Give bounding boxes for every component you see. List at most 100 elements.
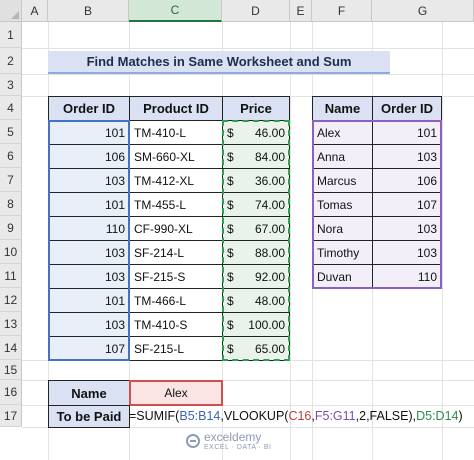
order-id-cell[interactable]: 103 bbox=[48, 312, 130, 337]
name-value-cell[interactable]: Alex bbox=[129, 380, 223, 406]
gridline bbox=[442, 22, 443, 460]
person-name-cell[interactable]: Nora bbox=[312, 216, 373, 241]
price-cell[interactable]: $84.00 bbox=[222, 144, 290, 169]
formula-cell-c17[interactable]: =SUMIF(B5:B14 ,VLOOKUP(C16, F5:G11,2,FALSE… bbox=[129, 405, 463, 427]
person-name-cell[interactable]: Tomas bbox=[312, 192, 373, 217]
order-id-cell[interactable]: 107 bbox=[48, 336, 130, 361]
watermark-name: exceldemy bbox=[204, 430, 262, 444]
row-header-4[interactable]: 4 bbox=[0, 96, 22, 120]
price-value: 67.00 bbox=[254, 221, 285, 236]
price-cell[interactable]: $46.00 bbox=[222, 120, 290, 145]
price-value: 92.00 bbox=[254, 269, 285, 284]
column-header-b[interactable]: B bbox=[48, 0, 129, 22]
row-header-1[interactable]: 1 bbox=[0, 22, 22, 48]
row-header-2[interactable]: 2 bbox=[0, 48, 22, 74]
currency-symbol: $ bbox=[227, 197, 234, 212]
gridline bbox=[290, 22, 291, 460]
person-order-id-cell[interactable]: 107 bbox=[372, 192, 442, 217]
select-all-corner[interactable] bbox=[0, 0, 22, 22]
header-order-id-2[interactable]: Order ID bbox=[372, 96, 442, 121]
order-id-cell[interactable]: 106 bbox=[48, 144, 130, 169]
person-order-id-cell[interactable]: 110 bbox=[372, 264, 442, 289]
to-be-paid-label-cell[interactable]: To be Paid bbox=[48, 405, 130, 428]
currency-symbol: $ bbox=[227, 149, 234, 164]
row-header-14[interactable]: 14 bbox=[0, 336, 22, 360]
formula-text: =SUMIF( bbox=[129, 409, 180, 423]
row-header-13[interactable]: 13 bbox=[0, 312, 22, 336]
currency-symbol: $ bbox=[227, 341, 234, 356]
row-header-9[interactable]: 9 bbox=[0, 216, 22, 240]
column-header-g[interactable]: G bbox=[372, 0, 474, 22]
row-header-10[interactable]: 10 bbox=[0, 240, 22, 264]
sheet-title: Find Matches in Same Worksheet and Sum bbox=[48, 51, 390, 74]
product-id-cell[interactable]: SF-215-S bbox=[129, 264, 223, 289]
price-cell[interactable]: $100.00 bbox=[222, 312, 290, 337]
price-cell[interactable]: $36.00 bbox=[222, 168, 290, 193]
formula-ref-c16: C16 bbox=[288, 409, 312, 423]
order-id-cell[interactable]: 110 bbox=[48, 216, 130, 241]
currency-symbol: $ bbox=[227, 317, 234, 332]
order-id-cell[interactable]: 101 bbox=[48, 120, 130, 145]
price-cell[interactable]: $48.00 bbox=[222, 288, 290, 313]
row-header-12[interactable]: 12 bbox=[0, 288, 22, 312]
column-header-a[interactable]: A bbox=[22, 0, 48, 22]
row-header-5[interactable]: 5 bbox=[0, 120, 22, 144]
order-id-cell[interactable]: 103 bbox=[48, 168, 130, 193]
header-price[interactable]: Price bbox=[222, 96, 290, 121]
price-cell[interactable]: $92.00 bbox=[222, 264, 290, 289]
column-header-c[interactable]: C bbox=[129, 0, 222, 22]
column-header-e[interactable]: E bbox=[290, 0, 312, 22]
person-name-cell[interactable]: Duvan bbox=[312, 264, 373, 289]
order-id-cell[interactable]: 101 bbox=[48, 288, 130, 313]
price-cell[interactable]: $67.00 bbox=[222, 216, 290, 241]
currency-symbol: $ bbox=[227, 173, 234, 188]
column-header-d[interactable]: D bbox=[222, 0, 290, 22]
price-value: 100.00 bbox=[248, 317, 285, 332]
person-name-cell[interactable]: Anna bbox=[312, 144, 373, 169]
price-value: 74.00 bbox=[254, 197, 285, 212]
exceldemy-logo-icon bbox=[186, 434, 200, 448]
product-id-cell[interactable]: SF-215-L bbox=[129, 336, 223, 361]
price-cell[interactable]: $74.00 bbox=[222, 192, 290, 217]
header-product-id[interactable]: Product ID bbox=[129, 96, 223, 121]
price-value: 65.00 bbox=[254, 341, 285, 356]
row-header-6[interactable]: 6 bbox=[0, 144, 22, 168]
product-id-cell[interactable]: TM-412-XL bbox=[129, 168, 223, 193]
order-id-cell[interactable]: 101 bbox=[48, 192, 130, 217]
row-header-8[interactable]: 8 bbox=[0, 192, 22, 216]
header-order-id[interactable]: Order ID bbox=[48, 96, 130, 121]
product-id-cell[interactable]: TM-410-S bbox=[129, 312, 223, 337]
person-order-id-cell[interactable]: 103 bbox=[372, 144, 442, 169]
person-order-id-cell[interactable]: 103 bbox=[372, 216, 442, 241]
row-header-15[interactable]: 15 bbox=[0, 360, 22, 380]
header-name[interactable]: Name bbox=[312, 96, 373, 121]
formula-ref-b5-b14: B5:B14 bbox=[179, 409, 221, 423]
row-header-16[interactable]: 16 bbox=[0, 380, 22, 405]
person-name-cell[interactable]: Timothy bbox=[312, 240, 373, 265]
product-id-cell[interactable]: TM-455-L bbox=[129, 192, 223, 217]
order-id-cell[interactable]: 103 bbox=[48, 240, 130, 265]
person-order-id-cell[interactable]: 101 bbox=[372, 120, 442, 145]
product-id-cell[interactable]: TM-466-L bbox=[129, 288, 223, 313]
order-id-cell[interactable]: 103 bbox=[48, 264, 130, 289]
formula-ref-f5-g11: F5:G11 bbox=[314, 409, 356, 423]
row-header-11[interactable]: 11 bbox=[0, 264, 22, 288]
person-order-id-cell[interactable]: 106 bbox=[372, 168, 442, 193]
column-header-f[interactable]: F bbox=[312, 0, 372, 22]
row-header-7[interactable]: 7 bbox=[0, 168, 22, 192]
price-cell[interactable]: $88.00 bbox=[222, 240, 290, 265]
product-id-cell[interactable]: SF-214-L bbox=[129, 240, 223, 265]
product-id-cell[interactable]: CF-990-XL bbox=[129, 216, 223, 241]
row-header-3[interactable]: 3 bbox=[0, 74, 22, 96]
row-header-17[interactable]: 17 bbox=[0, 405, 22, 427]
name-label-cell[interactable]: Name bbox=[48, 380, 130, 406]
currency-symbol: $ bbox=[227, 125, 234, 140]
price-cell[interactable]: $65.00 bbox=[222, 336, 290, 361]
person-order-id-cell[interactable]: 103 bbox=[372, 240, 442, 265]
product-id-cell[interactable]: TM-410-L bbox=[129, 120, 223, 145]
currency-symbol: $ bbox=[227, 245, 234, 260]
product-id-cell[interactable]: SM-660-XL bbox=[129, 144, 223, 169]
person-name-cell[interactable]: Marcus bbox=[312, 168, 373, 193]
currency-symbol: $ bbox=[227, 269, 234, 284]
person-name-cell[interactable]: Alex bbox=[312, 120, 373, 145]
